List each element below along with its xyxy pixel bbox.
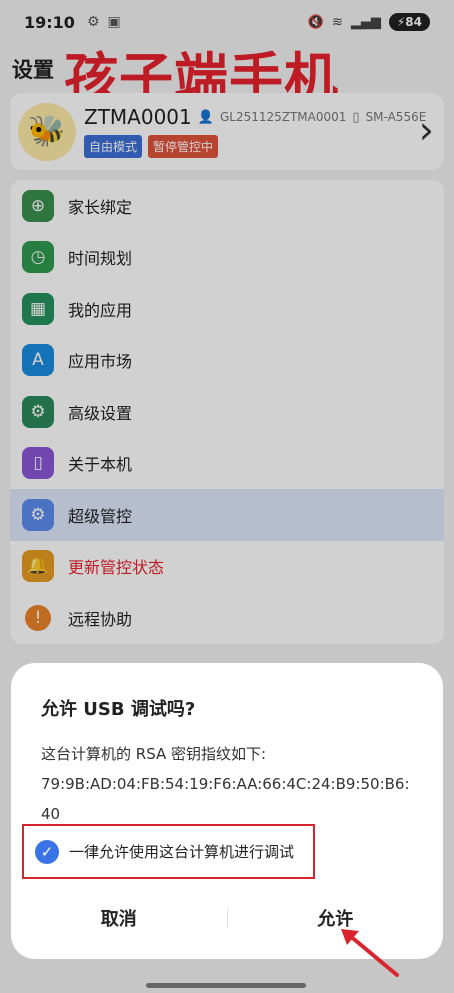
usb-debug-dialog: 允许 USB 调试吗? 这台计算机的 RSA 密钥指纹如下: 79:9B:AD:… [11, 663, 443, 959]
cancel-button[interactable]: 取消 [11, 905, 227, 931]
dialog-title: 允许 USB 调试吗? [41, 699, 196, 720]
always-allow-checkbox-row[interactable]: ✓ 一律允许使用这台计算机进行调试 [22, 824, 315, 879]
always-allow-label: 一律允许使用这台计算机进行调试 [69, 843, 295, 861]
allow-button[interactable]: 允许 [228, 905, 444, 931]
dialog-line-1: 这台计算机的 RSA 密钥指纹如下: [41, 745, 267, 763]
dialog-line-2: 79:9B:AD:04:FB:54:19:F6:AA:66:4C:24:B9:5… [41, 775, 410, 793]
checkbox-checked-icon[interactable]: ✓ [35, 839, 59, 864]
home-indicator[interactable] [146, 983, 306, 988]
dialog-message: 这台计算机的 RSA 密钥指纹如下: 79:9B:AD:04:FB:54:19:… [41, 739, 413, 829]
annotation-arrow-icon [341, 929, 399, 977]
